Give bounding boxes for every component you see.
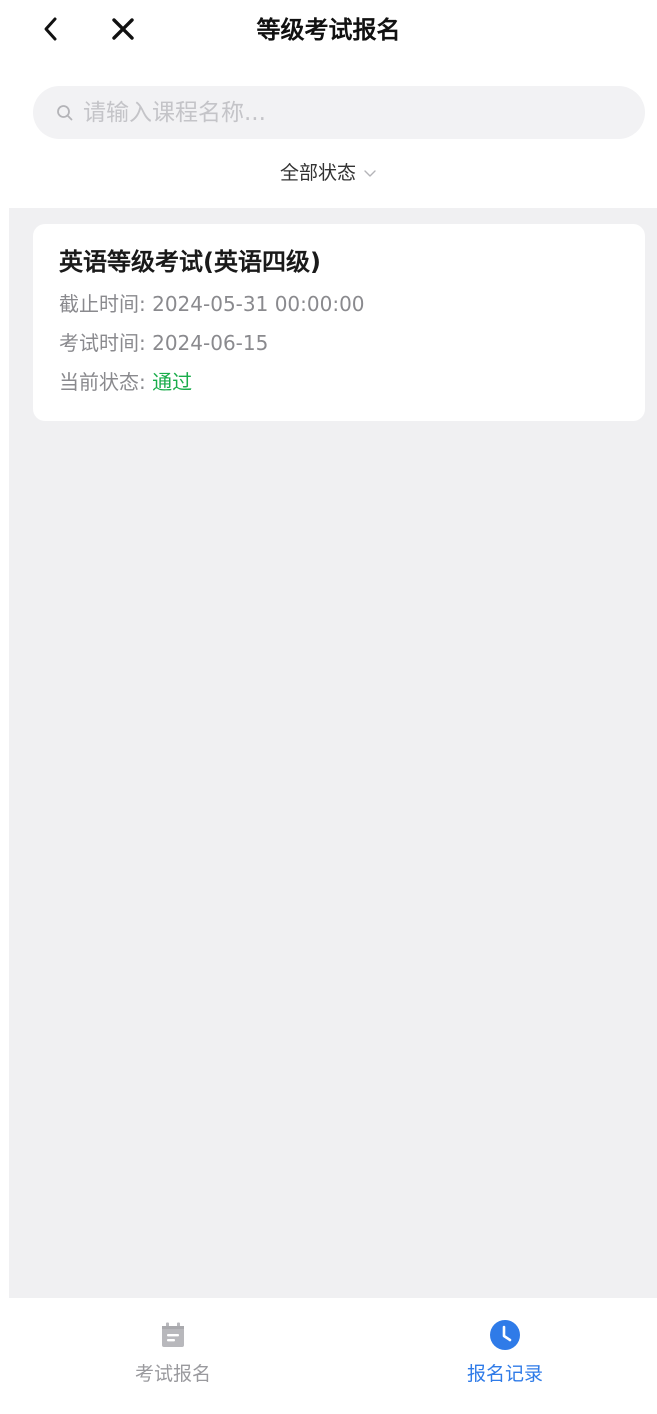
records-list: 英语等级考试(英语四级) 截止时间: 2024-05-31 00:00:00 考… — [9, 208, 657, 1298]
tab-registration-records[interactable]: 报名记录 — [425, 1318, 585, 1398]
search-bar[interactable] — [33, 86, 645, 139]
status-row: 当前状态: 通过 — [59, 367, 619, 397]
tab-registration-records-label: 报名记录 — [466, 1363, 543, 1385]
status-badge: 通过 — [152, 370, 193, 394]
tab-exam-registration-label: 考试报名 — [134, 1363, 211, 1385]
exam-time-label: 考试时间: — [59, 331, 146, 355]
deadline-label: 截止时间: — [59, 292, 146, 316]
status-label: 当前状态: — [59, 370, 146, 394]
navbar: 等级考试报名 — [0, 0, 657, 60]
close-icon — [112, 18, 134, 40]
clock-icon — [488, 1318, 522, 1352]
page-title: 等级考试报名 — [256, 16, 401, 44]
status-filter-label: 全部状态 — [279, 162, 356, 184]
status-filter-dropdown[interactable]: 全部状态 — [0, 158, 657, 188]
calendar-icon — [156, 1318, 190, 1352]
exam-time-row: 考试时间: 2024-06-15 — [59, 328, 619, 358]
tab-exam-registration[interactable]: 考试报名 — [93, 1318, 253, 1398]
app-screen: 等级考试报名 全部状态 英语等级考试(英语四级) 截止时间: 2024-05-3… — [0, 0, 657, 1414]
exam-time-value: 2024-06-15 — [152, 331, 269, 355]
search-icon — [55, 103, 75, 123]
record-title: 英语等级考试(英语四级) — [59, 248, 321, 276]
chevron-left-icon — [44, 17, 57, 41]
bottom-tab-bar: 考试报名 报名记录 — [0, 1298, 657, 1414]
deadline-value: 2024-05-31 00:00:00 — [152, 292, 365, 316]
close-button[interactable] — [106, 12, 140, 46]
back-button[interactable] — [34, 12, 68, 46]
chevron-down-icon — [363, 168, 377, 178]
record-card[interactable]: 英语等级考试(英语四级) 截止时间: 2024-05-31 00:00:00 考… — [33, 224, 645, 421]
deadline-row: 截止时间: 2024-05-31 00:00:00 — [59, 289, 619, 319]
search-input[interactable] — [83, 99, 603, 126]
